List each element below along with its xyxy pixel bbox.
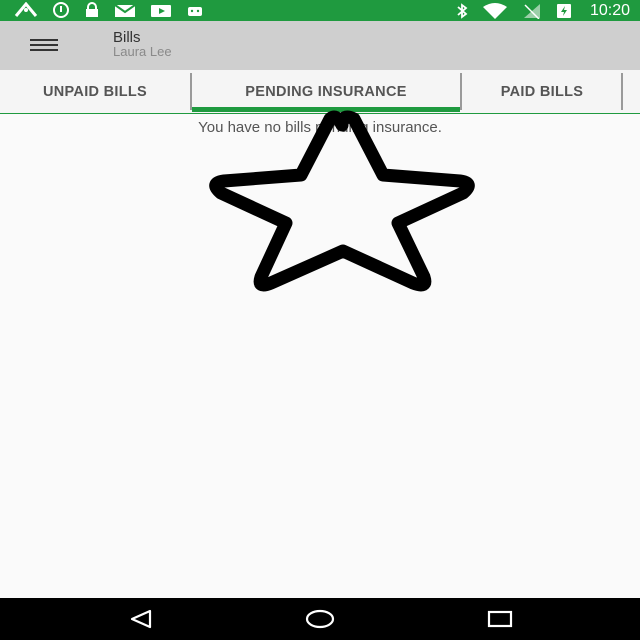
- bluetooth-icon: [457, 2, 468, 19]
- navigation-bar: [0, 598, 640, 640]
- status-left-icons: [14, 2, 204, 18]
- wifi-icon: [482, 2, 507, 19]
- signal-antenna-icon: [14, 2, 38, 17]
- lock-icon: [86, 2, 98, 17]
- home-icon[interactable]: [305, 609, 335, 629]
- play-icon: [151, 5, 171, 17]
- no-sim-icon: [523, 3, 540, 19]
- tab-unpaid-bills[interactable]: UNPAID BILLS: [0, 70, 190, 113]
- status-right-icons: 10:20: [456, 2, 630, 19]
- hamburger-menu-icon[interactable]: [24, 33, 64, 57]
- tab-paid-bills[interactable]: PAID BILLS: [462, 70, 622, 113]
- tab-divider: [621, 73, 623, 110]
- star-icon[interactable]: [205, 105, 480, 295]
- recents-icon[interactable]: [487, 609, 513, 629]
- page-subtitle: Laura Lee: [113, 44, 172, 59]
- info-icon: [53, 2, 69, 18]
- battery-charging-icon: [556, 3, 571, 18]
- android-icon: [188, 7, 202, 16]
- status-clock: 10:20: [589, 2, 630, 19]
- back-icon[interactable]: [128, 609, 154, 629]
- mail-icon: [114, 4, 136, 17]
- app-bar: Bills Laura Lee: [0, 21, 640, 70]
- status-bar: 10:20: [0, 0, 640, 21]
